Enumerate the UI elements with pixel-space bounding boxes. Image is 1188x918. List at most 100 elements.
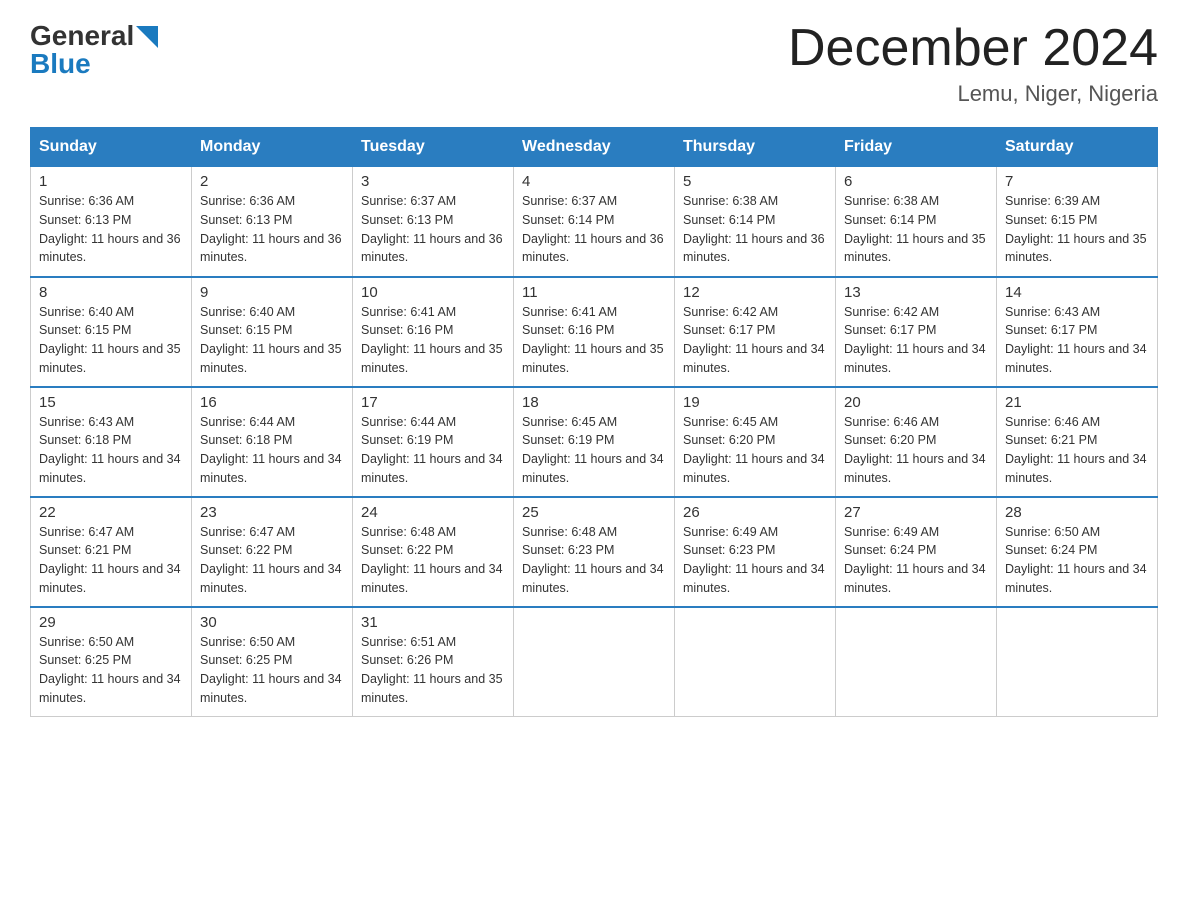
day-info: Sunrise: 6:38 AMSunset: 6:14 PMDaylight:…	[844, 194, 986, 264]
header-wednesday: Wednesday	[514, 128, 675, 167]
day-number: 23	[200, 504, 344, 521]
day-info: Sunrise: 6:46 AMSunset: 6:20 PMDaylight:…	[844, 415, 986, 485]
calendar-cell: 20 Sunrise: 6:46 AMSunset: 6:20 PMDayligh…	[836, 387, 997, 497]
day-number: 10	[361, 284, 505, 301]
day-info: Sunrise: 6:43 AMSunset: 6:17 PMDaylight:…	[1005, 305, 1147, 375]
calendar-cell	[836, 607, 997, 717]
day-number: 18	[522, 394, 666, 411]
day-number: 22	[39, 504, 183, 521]
calendar-cell: 28 Sunrise: 6:50 AMSunset: 6:24 PMDayligh…	[997, 497, 1158, 607]
header-saturday: Saturday	[997, 128, 1158, 167]
day-number: 6	[844, 173, 988, 190]
day-number: 20	[844, 394, 988, 411]
header-thursday: Thursday	[675, 128, 836, 167]
day-number: 15	[39, 394, 183, 411]
day-info: Sunrise: 6:43 AMSunset: 6:18 PMDaylight:…	[39, 415, 181, 485]
day-info: Sunrise: 6:46 AMSunset: 6:21 PMDaylight:…	[1005, 415, 1147, 485]
calendar-cell: 22 Sunrise: 6:47 AMSunset: 6:21 PMDayligh…	[31, 497, 192, 607]
calendar-week-row: 22 Sunrise: 6:47 AMSunset: 6:21 PMDayligh…	[31, 497, 1158, 607]
calendar-cell: 6 Sunrise: 6:38 AMSunset: 6:14 PMDaylight…	[836, 167, 997, 277]
day-info: Sunrise: 6:37 AMSunset: 6:14 PMDaylight:…	[522, 194, 664, 264]
day-info: Sunrise: 6:42 AMSunset: 6:17 PMDaylight:…	[844, 305, 986, 375]
day-info: Sunrise: 6:36 AMSunset: 6:13 PMDaylight:…	[39, 194, 181, 264]
page-header: General Blue December 2024 Lemu, Niger, …	[30, 20, 1158, 107]
day-number: 25	[522, 504, 666, 521]
calendar-cell: 31 Sunrise: 6:51 AMSunset: 6:26 PMDayligh…	[353, 607, 514, 717]
calendar-week-row: 8 Sunrise: 6:40 AMSunset: 6:15 PMDaylight…	[31, 277, 1158, 387]
day-number: 29	[39, 614, 183, 631]
header-sunday: Sunday	[31, 128, 192, 167]
day-number: 21	[1005, 394, 1149, 411]
calendar-cell: 3Sunrise: 6:37 AMSunset: 6:13 PMDaylight…	[353, 167, 514, 277]
calendar-week-row: 29 Sunrise: 6:50 AMSunset: 6:25 PMDayligh…	[31, 607, 1158, 717]
calendar-cell	[675, 607, 836, 717]
day-number: 26	[683, 504, 827, 521]
day-number: 11	[522, 284, 666, 301]
day-info: Sunrise: 6:48 AMSunset: 6:22 PMDaylight:…	[361, 525, 503, 595]
calendar-cell: 25 Sunrise: 6:48 AMSunset: 6:23 PMDayligh…	[514, 497, 675, 607]
calendar-cell: 1 Sunrise: 6:36 AMSunset: 6:13 PMDaylight…	[31, 167, 192, 277]
calendar-cell: 16Sunrise: 6:44 AMSunset: 6:18 PMDayligh…	[192, 387, 353, 497]
day-info: Sunrise: 6:50 AMSunset: 6:24 PMDaylight:…	[1005, 525, 1147, 595]
day-info: Sunrise: 6:39 AMSunset: 6:15 PMDaylight:…	[1005, 194, 1147, 264]
calendar-cell: 18 Sunrise: 6:45 AMSunset: 6:19 PMDayligh…	[514, 387, 675, 497]
day-info: Sunrise: 6:47 AMSunset: 6:22 PMDaylight:…	[200, 525, 342, 595]
calendar-cell: 12 Sunrise: 6:42 AMSunset: 6:17 PMDayligh…	[675, 277, 836, 387]
calendar-cell: 19Sunrise: 6:45 AMSunset: 6:20 PMDayligh…	[675, 387, 836, 497]
calendar-cell: 11Sunrise: 6:41 AMSunset: 6:16 PMDayligh…	[514, 277, 675, 387]
day-info: Sunrise: 6:44 AMSunset: 6:19 PMDaylight:…	[361, 415, 503, 485]
day-info: Sunrise: 6:47 AMSunset: 6:21 PMDaylight:…	[39, 525, 181, 595]
calendar-cell: 30 Sunrise: 6:50 AMSunset: 6:25 PMDayligh…	[192, 607, 353, 717]
day-info: Sunrise: 6:40 AMSunset: 6:15 PMDaylight:…	[39, 305, 181, 375]
day-info: Sunrise: 6:42 AMSunset: 6:17 PMDaylight:…	[683, 305, 825, 375]
calendar-cell: 7 Sunrise: 6:39 AMSunset: 6:15 PMDaylight…	[997, 167, 1158, 277]
day-number: 8	[39, 284, 183, 301]
day-info: Sunrise: 6:50 AMSunset: 6:25 PMDaylight:…	[200, 635, 342, 705]
calendar-cell	[997, 607, 1158, 717]
day-info: Sunrise: 6:36 AMSunset: 6:13 PMDaylight:…	[200, 194, 342, 264]
calendar-cell: 10 Sunrise: 6:41 AMSunset: 6:16 PMDayligh…	[353, 277, 514, 387]
day-info: Sunrise: 6:41 AMSunset: 6:16 PMDaylight:…	[361, 305, 503, 375]
calendar-cell: 17 Sunrise: 6:44 AMSunset: 6:19 PMDayligh…	[353, 387, 514, 497]
day-info: Sunrise: 6:38 AMSunset: 6:14 PMDaylight:…	[683, 194, 825, 264]
day-number: 7	[1005, 173, 1149, 190]
day-info: Sunrise: 6:48 AMSunset: 6:23 PMDaylight:…	[522, 525, 664, 595]
day-number: 1	[39, 173, 183, 190]
calendar-cell	[514, 607, 675, 717]
calendar-cell: 14 Sunrise: 6:43 AMSunset: 6:17 PMDayligh…	[997, 277, 1158, 387]
calendar-cell: 15 Sunrise: 6:43 AMSunset: 6:18 PMDayligh…	[31, 387, 192, 497]
calendar-cell: 26 Sunrise: 6:49 AMSunset: 6:23 PMDayligh…	[675, 497, 836, 607]
day-number: 27	[844, 504, 988, 521]
day-info: Sunrise: 6:49 AMSunset: 6:23 PMDaylight:…	[683, 525, 825, 595]
logo-blue: Blue	[30, 48, 91, 80]
day-number: 2	[200, 173, 344, 190]
day-info: Sunrise: 6:45 AMSunset: 6:20 PMDaylight:…	[683, 415, 825, 485]
header-monday: Monday	[192, 128, 353, 167]
day-number: 9	[200, 284, 344, 301]
calendar-table: SundayMondayTuesdayWednesdayThursdayFrid…	[30, 127, 1158, 717]
calendar-cell: 8 Sunrise: 6:40 AMSunset: 6:15 PMDaylight…	[31, 277, 192, 387]
day-number: 24	[361, 504, 505, 521]
logo-triangle-icon	[136, 26, 158, 48]
day-info: Sunrise: 6:50 AMSunset: 6:25 PMDaylight:…	[39, 635, 181, 705]
header-friday: Friday	[836, 128, 997, 167]
day-number: 3	[361, 173, 505, 190]
day-info: Sunrise: 6:51 AMSunset: 6:26 PMDaylight:…	[361, 635, 503, 705]
day-number: 12	[683, 284, 827, 301]
day-number: 5	[683, 173, 827, 190]
calendar-cell: 21 Sunrise: 6:46 AMSunset: 6:21 PMDayligh…	[997, 387, 1158, 497]
calendar-header-row: SundayMondayTuesdayWednesdayThursdayFrid…	[31, 128, 1158, 167]
day-number: 17	[361, 394, 505, 411]
header-tuesday: Tuesday	[353, 128, 514, 167]
day-number: 14	[1005, 284, 1149, 301]
calendar-cell: 4 Sunrise: 6:37 AMSunset: 6:14 PMDaylight…	[514, 167, 675, 277]
calendar-cell: 29 Sunrise: 6:50 AMSunset: 6:25 PMDayligh…	[31, 607, 192, 717]
calendar-week-row: 1 Sunrise: 6:36 AMSunset: 6:13 PMDaylight…	[31, 167, 1158, 277]
day-info: Sunrise: 6:45 AMSunset: 6:19 PMDaylight:…	[522, 415, 664, 485]
day-number: 30	[200, 614, 344, 631]
day-number: 4	[522, 173, 666, 190]
day-info: Sunrise: 6:49 AMSunset: 6:24 PMDaylight:…	[844, 525, 986, 595]
day-number: 28	[1005, 504, 1149, 521]
day-number: 16	[200, 394, 344, 411]
day-number: 31	[361, 614, 505, 631]
